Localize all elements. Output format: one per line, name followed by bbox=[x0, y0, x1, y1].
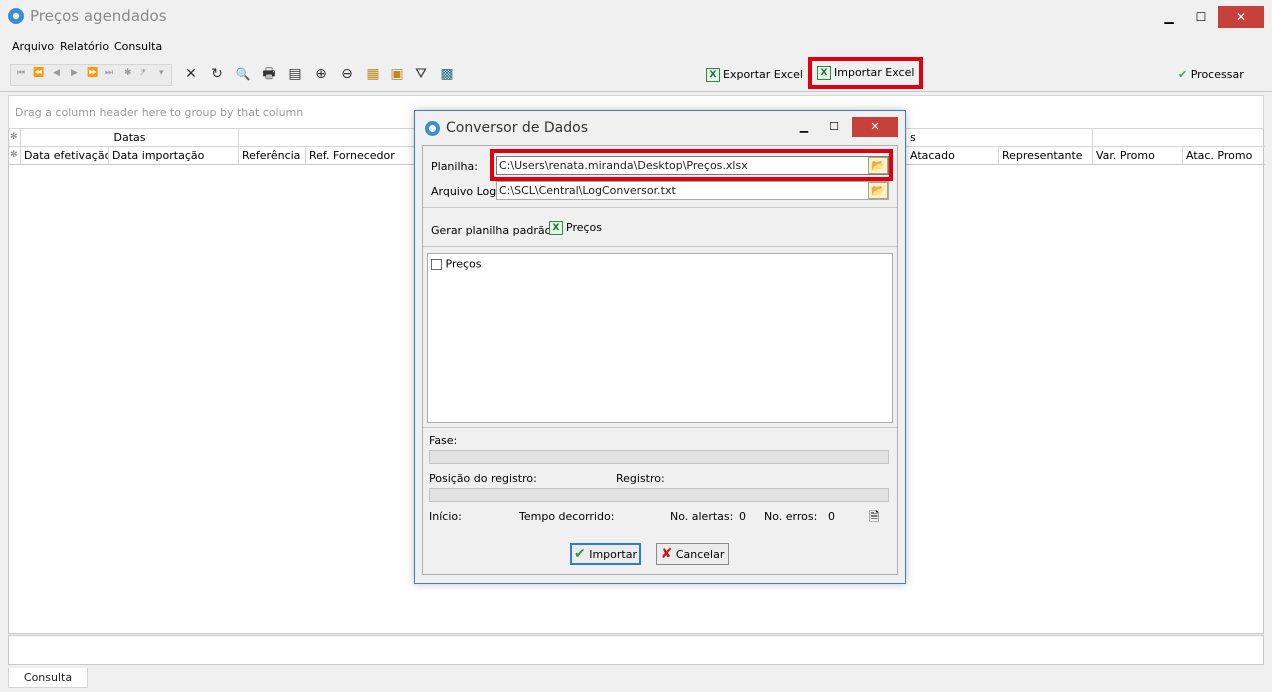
grid-footer bbox=[8, 635, 1264, 665]
prev-record-icon[interactable]: ◀ bbox=[53, 68, 60, 78]
dialog-title: Conversor de Dados bbox=[446, 120, 588, 136]
importar-label: Importar bbox=[589, 548, 637, 561]
band-marker: ✻ bbox=[9, 129, 21, 147]
col-representante[interactable]: Representante bbox=[999, 147, 1093, 165]
close-button[interactable]: ✕ bbox=[1218, 6, 1264, 28]
gerar-planilha-label: Gerar planilha padrão: bbox=[431, 224, 556, 237]
col-ref-fornecedor[interactable]: Ref. Fornecedor bbox=[306, 147, 415, 165]
window-title: Preços agendados bbox=[30, 7, 167, 25]
navigator-more-icon[interactable]: ▾ bbox=[159, 68, 164, 78]
col-data-importacao[interactable]: Data importação bbox=[109, 147, 239, 165]
layout-icon[interactable]: ▣ bbox=[388, 65, 406, 83]
erros-label: No. erros: bbox=[764, 510, 818, 523]
excel-icon: X bbox=[549, 221, 563, 235]
dialog-close-button[interactable]: ✕ bbox=[852, 117, 898, 137]
gerar-precos-link[interactable]: X Preços bbox=[549, 221, 602, 235]
separator bbox=[423, 427, 897, 428]
tempo-label: Tempo decorrido: bbox=[519, 510, 615, 523]
registro-progress bbox=[429, 488, 889, 502]
app-icon bbox=[8, 8, 24, 24]
sheets-list[interactable]: Preços bbox=[427, 253, 893, 423]
fase-progress bbox=[429, 450, 889, 464]
dialog-app-icon bbox=[425, 121, 440, 136]
menu-arquivo[interactable]: Arquivo bbox=[12, 40, 54, 53]
menu-relatorio[interactable]: Relatório bbox=[60, 40, 109, 53]
processar-label: Processar bbox=[1190, 68, 1244, 81]
precos-checkbox[interactable] bbox=[431, 258, 442, 270]
band-datas[interactable]: Datas bbox=[21, 129, 239, 147]
import-excel-label: Importar Excel bbox=[834, 66, 915, 79]
export-excel-label: Exportar Excel bbox=[723, 68, 803, 81]
print-icon[interactable]: 🖶 bbox=[260, 65, 278, 83]
next-page-icon[interactable]: ⏩ bbox=[87, 68, 98, 78]
separator bbox=[423, 246, 897, 247]
band-right-2[interactable] bbox=[1093, 129, 1265, 147]
col-data-efetivacao[interactable]: Data efetivação bbox=[21, 147, 109, 165]
arquivo-log-browse-icon[interactable]: 📂 bbox=[868, 182, 888, 199]
excel-icon: X bbox=[706, 68, 720, 82]
first-record-icon[interactable]: ⏮ bbox=[17, 68, 25, 78]
toolbar: ⏮ ⏪ ◀ ▶ ⏩ ⏭ ✱ *̷ ▾ ✕ ↻ 🔍 🖶 ▤ ⊕ ⊖ ▦ ▣ ⛛ ▩… bbox=[0, 57, 1272, 92]
planilha-highlight bbox=[490, 149, 893, 181]
record-navigator: ⏮ ⏪ ◀ ▶ ⏩ ⏭ ✱ *̷ ▾ bbox=[10, 64, 172, 86]
calculator-icon[interactable]: ▩ bbox=[438, 65, 456, 83]
menu-consulta[interactable]: Consulta bbox=[114, 40, 162, 53]
prev-page-icon[interactable]: ⏪ bbox=[33, 68, 44, 78]
last-record-icon[interactable]: ⏭ bbox=[105, 68, 113, 78]
cancel-icon: ✘ bbox=[660, 546, 673, 562]
tab-consulta[interactable]: Consulta bbox=[8, 668, 88, 688]
import-excel-button[interactable]: X Importar Excel bbox=[808, 57, 924, 89]
export-excel-button[interactable]: X Exportar Excel bbox=[702, 65, 807, 87]
next-record-icon[interactable]: ▶ bbox=[71, 68, 78, 78]
filter-icon[interactable]: ⛛ bbox=[412, 65, 430, 83]
col-var-promo[interactable]: Var. Promo bbox=[1093, 147, 1183, 165]
print-preview-icon[interactable]: 🔍 bbox=[234, 65, 252, 83]
col-atac-promo[interactable]: Atac. Promo bbox=[1183, 147, 1265, 165]
registro-label: Registro: bbox=[616, 472, 665, 485]
minimize-button[interactable]: ▁ bbox=[1152, 6, 1186, 28]
delete-icon[interactable]: ✕ bbox=[182, 65, 200, 83]
alertas-label: No. alertas: bbox=[670, 510, 734, 523]
excel-icon: X bbox=[817, 66, 831, 80]
maximize-button[interactable]: ☐ bbox=[1184, 6, 1218, 28]
separator bbox=[423, 207, 897, 208]
alertas-value: 0 bbox=[739, 510, 746, 523]
title-bar: Preços agendados ▁ ☐ ✕ bbox=[0, 0, 1272, 34]
planilha-label: Planilha: bbox=[431, 160, 478, 173]
dialog-maximize-button[interactable]: ☐ bbox=[819, 117, 849, 137]
menu-bar: Arquivo Relatório Consulta bbox=[0, 36, 1272, 58]
log-file-icon[interactable]: 🗎 bbox=[869, 508, 879, 530]
gerar-precos-label: Preços bbox=[566, 221, 602, 234]
check-icon: ✔ bbox=[573, 546, 586, 562]
insert-record-icon[interactable]: ✱ bbox=[124, 68, 132, 78]
band-right-1[interactable]: s bbox=[907, 129, 1093, 147]
precos-checkbox-label: Preços bbox=[445, 257, 482, 271]
columns-icon[interactable]: ▦ bbox=[364, 65, 382, 83]
band-empty bbox=[239, 129, 415, 147]
export-icon[interactable]: ▤ bbox=[286, 65, 304, 83]
cancelar-button[interactable]: ✘ Cancelar bbox=[656, 543, 729, 565]
cancelar-label: Cancelar bbox=[675, 548, 725, 561]
group-by-hint: Drag a column header here to group by th… bbox=[15, 106, 304, 119]
col-referencia[interactable]: Referência bbox=[239, 147, 306, 165]
importar-button[interactable]: ✔ Importar bbox=[570, 543, 641, 565]
zoom-out-icon[interactable]: ⊖ bbox=[338, 65, 356, 83]
dialog-minimize-button[interactable]: ▁ bbox=[789, 117, 819, 137]
cancel-insert-icon[interactable]: *̷ bbox=[141, 68, 146, 78]
arquivo-log-label: Arquivo Log: bbox=[431, 185, 500, 198]
inicio-label: Início: bbox=[429, 510, 462, 523]
col-atacado[interactable]: Atacado bbox=[907, 147, 999, 165]
list-item[interactable]: Preços bbox=[431, 257, 482, 271]
dialog-body: Planilha: C:\Users\renata.miranda\Deskto… bbox=[422, 145, 898, 575]
posicao-label: Posição do registro: bbox=[429, 472, 537, 485]
check-icon: ✔ bbox=[1178, 68, 1188, 81]
refresh-icon[interactable]: ↻ bbox=[208, 65, 226, 83]
processar-button[interactable]: ✔ Processar bbox=[1174, 65, 1248, 87]
arquivo-log-field[interactable]: C:\SCL\Central\LogConversor.txt bbox=[496, 181, 889, 200]
zoom-in-icon[interactable]: ⊕ bbox=[312, 65, 330, 83]
erros-value: 0 bbox=[828, 510, 835, 523]
fase-label: Fase: bbox=[429, 434, 458, 447]
conversor-dialog: Conversor de Dados ▁ ☐ ✕ Planilha: C:\Us… bbox=[414, 110, 906, 584]
row-marker: ✻ bbox=[9, 147, 21, 165]
